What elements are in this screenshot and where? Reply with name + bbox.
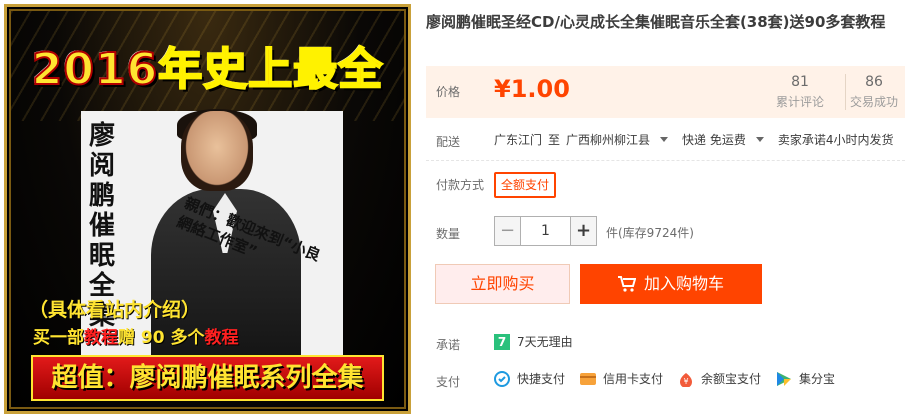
- stock-text: 件(库存9724件): [606, 226, 694, 240]
- quantity-input[interactable]: 1: [521, 216, 570, 246]
- guarantee-7day[interactable]: 7 7天无理由: [494, 333, 573, 350]
- section-divider: [426, 160, 905, 161]
- pay-credit-label: 信用卡支付: [603, 372, 664, 386]
- add-to-cart-label: 加入购物车: [643, 274, 724, 293]
- quantity-decrease-button[interactable]: −: [494, 216, 521, 246]
- gift-highlight: 教程: [204, 328, 239, 348]
- chevron-down-icon: [660, 137, 669, 142]
- payment-method-label: 付款方式: [436, 178, 485, 192]
- pay-label: 支付: [436, 375, 461, 389]
- credit-card-icon: [580, 372, 597, 385]
- portrait-face: [181, 111, 253, 191]
- pay-yuebao-label: 余额宝支付: [701, 372, 762, 386]
- ship-from: 广东江门: [494, 133, 543, 147]
- pay-quick-label: 快捷支付: [517, 372, 566, 386]
- pay-jifenbao-label: 集分宝: [799, 372, 836, 386]
- ship-to: 广西柳州柳江县: [566, 133, 651, 147]
- shipping-label: 配送: [436, 135, 461, 149]
- cart-icon: [617, 276, 637, 292]
- headline-text: 年史上最全: [157, 43, 384, 96]
- price-value: ¥1.00: [494, 75, 570, 103]
- chevron-down-icon: [755, 137, 764, 142]
- product-title: 廖阅鹏催眠圣经CD/心灵成长全集催眠音乐全套(38套)送90多套教程: [426, 13, 886, 31]
- guarantee-text: 7天无理由: [517, 335, 573, 349]
- quantity-stepper: − 1 +: [494, 216, 597, 246]
- gift-mid: 赠 90 多个: [118, 328, 205, 348]
- svg-text:¥: ¥: [683, 377, 688, 386]
- buy-now-button[interactable]: 立即购买: [435, 264, 570, 304]
- price-box: 价格 ¥1.00 81 累计评论 86 交易成功: [426, 66, 905, 118]
- gift-prefix: 买一部: [33, 328, 84, 348]
- image-intro-note: （具体看站内介绍）: [29, 299, 201, 321]
- gift-highlight: 教程: [84, 328, 118, 348]
- quick-pay-icon: [494, 370, 510, 387]
- seven-day-icon: 7: [494, 333, 510, 350]
- reviews-count: 81: [791, 74, 809, 90]
- express-select[interactable]: 快递 免运费: [682, 133, 772, 147]
- pay-yuebao[interactable]: ¥ 余额宝支付: [678, 370, 761, 387]
- price-label: 价格: [436, 85, 461, 99]
- payment-option-full[interactable]: 全额支付: [494, 172, 557, 198]
- sales-count: 86: [865, 74, 883, 90]
- add-to-cart-button[interactable]: 加入购物车: [580, 264, 762, 304]
- reviews-stat[interactable]: 81 累计评论: [771, 74, 829, 110]
- jifenbao-icon: [777, 371, 792, 386]
- pay-quick[interactable]: 快捷支付: [494, 370, 565, 387]
- ship-to-word: 至: [548, 133, 561, 147]
- ship-promise: 卖家承诺4小时内发货: [777, 133, 894, 147]
- ship-to-select[interactable]: 广西柳州柳江县: [566, 133, 676, 147]
- product-main-image[interactable]: 2016年史上最全 廖阅鹏催眠全集 親們：歡迎來到“小良網絡工作室” （具体看站…: [4, 4, 411, 414]
- headline-year: 2016: [31, 43, 159, 96]
- pay-jifenbao[interactable]: 集分宝: [776, 370, 835, 387]
- shipping-row: 广东江门至广西柳州柳江县 快递 免运费 卖家承诺4小时内发货: [494, 131, 900, 148]
- express-option: 快递 免运费: [682, 133, 746, 147]
- quantity-label: 数量: [436, 227, 461, 241]
- guarantee-label: 承诺: [436, 338, 461, 352]
- image-frame: 2016年史上最全 廖阅鹏催眠全集 親們：歡迎來到“小良網絡工作室” （具体看站…: [9, 9, 406, 409]
- yuebao-icon: ¥: [680, 372, 693, 387]
- image-gift-note: 买一部教程赠 90 多个教程: [33, 323, 239, 348]
- sales-label: 交易成功: [849, 95, 898, 109]
- reviews-label: 累计评论: [775, 95, 824, 109]
- image-banner: 超值：廖阅鹏催眠系列全集: [31, 355, 384, 401]
- pay-credit[interactable]: 信用卡支付: [580, 370, 663, 387]
- sales-stat: 86 交易成功: [845, 74, 903, 110]
- payment-methods: 快捷支付 信用卡支付 ¥ 余额宝支付 集分宝: [494, 370, 850, 387]
- quantity-increase-button[interactable]: +: [570, 216, 597, 246]
- image-headline: 2016年史上最全: [11, 33, 404, 97]
